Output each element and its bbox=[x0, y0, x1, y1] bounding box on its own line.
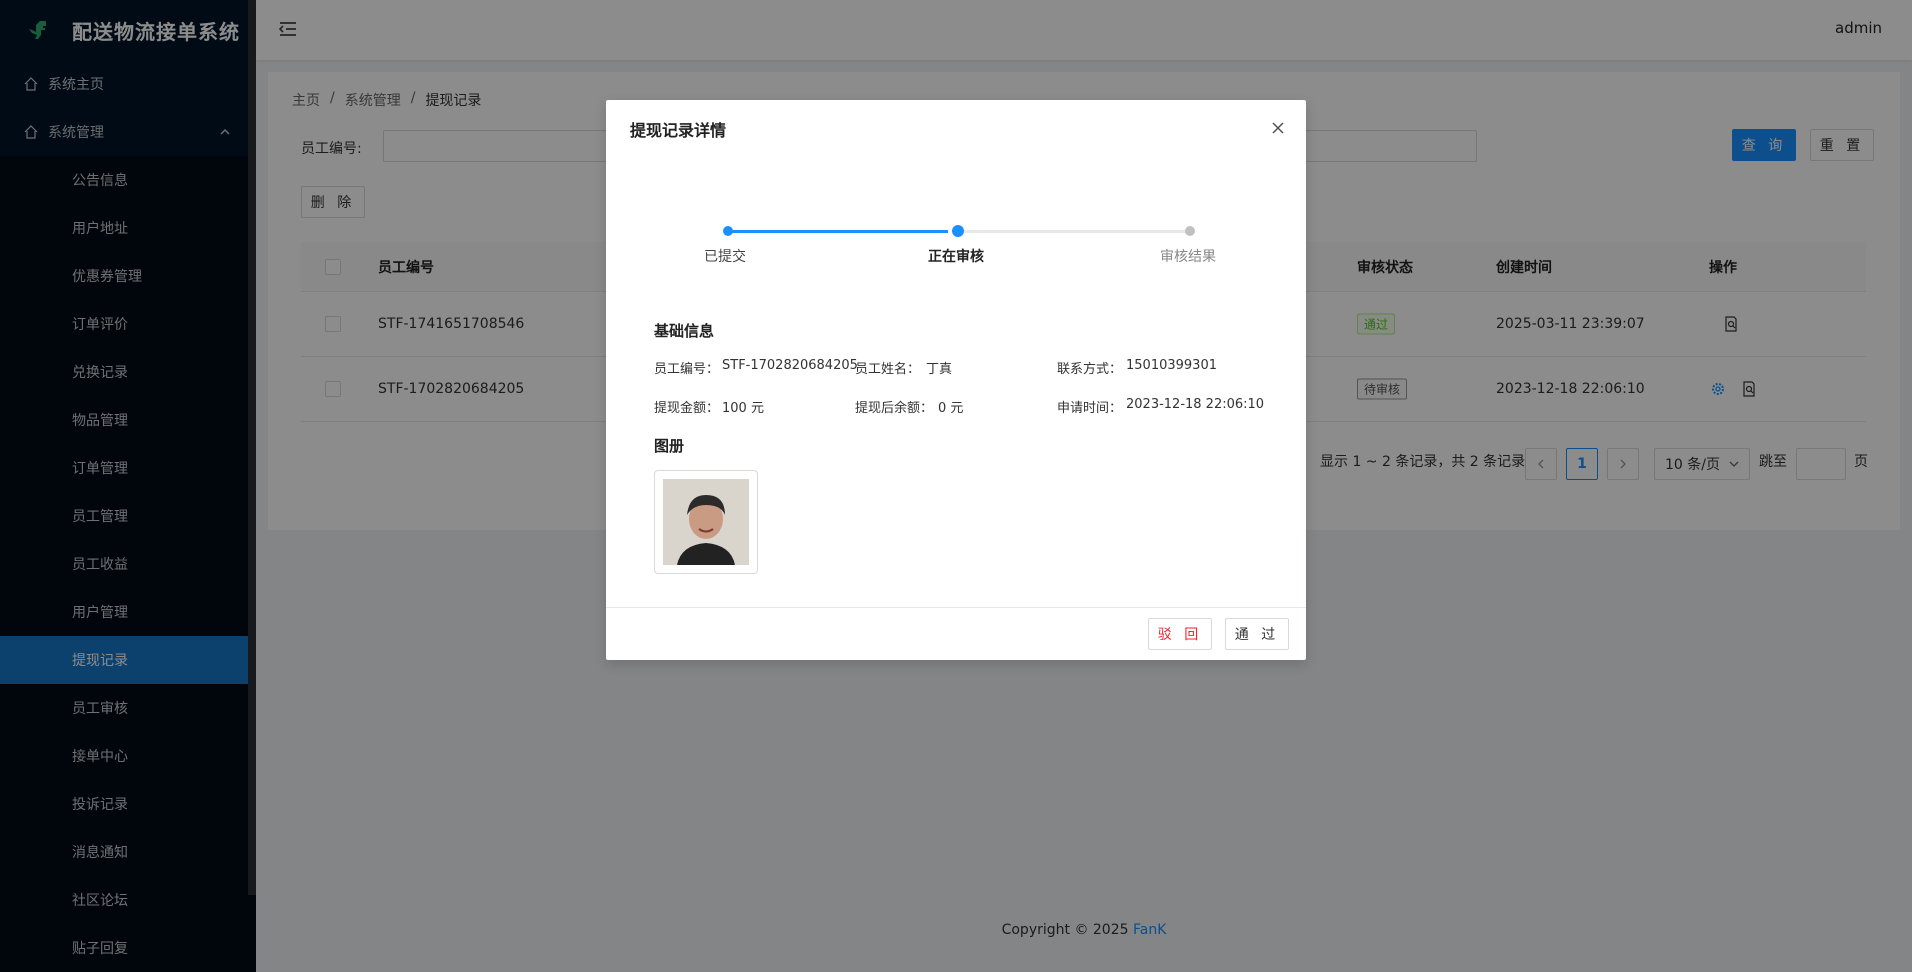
step-dot-reviewing bbox=[952, 225, 964, 237]
phone-value: 15010399301 bbox=[1126, 358, 1217, 373]
balance-value: 0 元 bbox=[938, 401, 964, 416]
approve-button[interactable]: 通 过 bbox=[1225, 618, 1289, 650]
staff-photo bbox=[663, 479, 749, 565]
withdraw-detail-modal: 提现记录详情 已提交 正在审核 审核结果 基础信息 员工编号： STF-1702… bbox=[606, 100, 1306, 660]
step-submitted: 已提交 bbox=[704, 249, 746, 265]
step-dot-result bbox=[1185, 226, 1195, 236]
album-title: 图册 bbox=[654, 437, 685, 455]
reject-button[interactable]: 驳 回 bbox=[1148, 618, 1212, 650]
step-result: 审核结果 bbox=[1160, 249, 1216, 265]
amount-value: 100 元 bbox=[722, 401, 764, 416]
step-line-pending bbox=[954, 230, 1186, 233]
staff-name-label: 员工姓名： bbox=[855, 362, 921, 377]
staff-no-label: 员工编号： bbox=[654, 362, 720, 377]
close-icon[interactable] bbox=[1268, 118, 1288, 138]
modal-footer: 驳 回 通 过 bbox=[606, 607, 1306, 660]
amount-label: 提现金额： bbox=[654, 401, 720, 416]
basic-info-title: 基础信息 bbox=[654, 322, 715, 340]
modal-title: 提现记录详情 bbox=[630, 121, 727, 140]
staff-no-value: STF-1702820684205 bbox=[722, 358, 858, 373]
step-reviewing: 正在审核 bbox=[928, 249, 984, 265]
phone-label: 联系方式： bbox=[1057, 362, 1123, 377]
step-line-done bbox=[728, 230, 948, 233]
apply-time-value: 2023-12-18 22:06:10 bbox=[1126, 397, 1265, 412]
album-thumbnail[interactable] bbox=[654, 470, 758, 574]
progress-steps: 已提交 正在审核 审核结果 bbox=[606, 220, 1306, 280]
step-dot-submitted bbox=[723, 226, 733, 236]
staff-name-value: 丁真 bbox=[926, 362, 953, 377]
apply-time-label: 申请时间： bbox=[1057, 401, 1123, 416]
balance-label: 提现后余额： bbox=[855, 401, 934, 416]
